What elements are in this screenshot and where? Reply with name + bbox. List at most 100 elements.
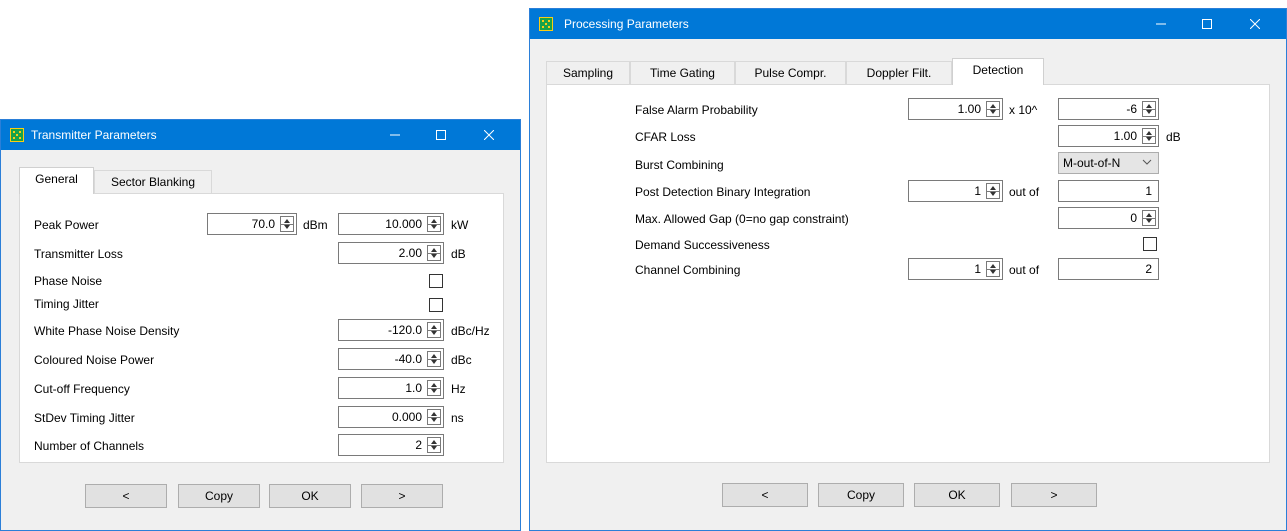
tab-pulse-compr[interactable]: Pulse Compr. [735,61,846,85]
ok-button[interactable]: OK [269,484,351,508]
number-of-channels-value: 2 [415,438,422,452]
next-button[interactable]: > [1011,483,1097,507]
false-alarm-times-label: x 10^ [1009,103,1038,117]
coloured-noise-power-value: -40.0 [394,352,422,366]
transmitter-titlebar[interactable]: Transmitter Parameters [1,120,520,150]
false-alarm-exponent-value: -6 [1126,102,1137,116]
burst-combining-value: M-out-of-N [1063,156,1121,170]
channel-combining-m-value: 1 [974,262,981,276]
coloured-noise-power-unit: dBc [451,353,472,367]
tab-detection[interactable]: Detection [952,58,1044,85]
cfar-loss-spinbox[interactable]: 1.00 [1058,125,1159,147]
spin-arrows-icon[interactable] [1142,210,1156,226]
close-button[interactable] [1232,9,1278,39]
spin-arrows-icon[interactable] [427,380,441,396]
spin-arrows-icon[interactable] [986,101,1000,117]
spin-arrows-icon[interactable] [280,216,294,232]
timing-jitter-label: Timing Jitter [34,297,99,311]
peak-power-kw-unit: kW [451,218,469,232]
transmitter-loss-unit: dB [451,247,466,261]
cfar-loss-label: CFAR Loss [635,130,696,144]
post-detection-m-value: 1 [974,184,981,198]
channel-combining-label: Channel Combining [635,263,741,277]
cutoff-frequency-spinbox[interactable]: 1.0 [338,377,444,399]
processing-titlebar[interactable]: Processing Parameters [530,9,1286,39]
close-icon [484,130,494,140]
max-allowed-gap-value: 0 [1130,211,1137,225]
transmitter-window: Transmitter Parameters General Sector Bl… [0,119,521,531]
app-icon [539,17,553,31]
transmitter-tabs: General Sector Blanking [19,167,419,194]
cutoff-frequency-value: 1.0 [405,381,422,395]
minimize-button[interactable] [1138,9,1184,39]
spin-arrows-icon[interactable] [986,261,1000,277]
tab-time-gating[interactable]: Time Gating [630,61,735,85]
number-of-channels-label: Number of Channels [34,439,145,453]
phase-noise-checkbox[interactable] [429,274,443,288]
timing-jitter-checkbox[interactable] [429,298,443,312]
minimize-button[interactable] [372,120,418,150]
transmitter-loss-value: 2.00 [398,246,422,260]
spin-arrows-icon[interactable] [427,216,441,232]
spin-arrows-icon[interactable] [427,351,441,367]
channel-combining-m-spinbox[interactable]: 1 [908,258,1003,280]
white-phase-noise-density-value: -120.0 [387,323,422,337]
window-title: Processing Parameters [564,17,689,31]
burst-combining-dropdown[interactable]: M-out-of-N [1058,152,1159,174]
processing-detection-panel: False Alarm Probability 1.00 x 10^ -6 CF… [546,84,1270,463]
number-of-channels-spinbox[interactable]: 2 [338,434,444,456]
false-alarm-mantissa-spinbox[interactable]: 1.00 [908,98,1003,120]
stdev-timing-jitter-spinbox[interactable]: 0.000 [338,406,444,428]
minimize-icon [390,134,400,136]
coloured-noise-power-label: Coloured Noise Power [34,353,155,367]
prev-button[interactable]: < [85,484,167,508]
processing-window: Processing Parameters Sampling Time Gati… [529,8,1287,531]
burst-combining-label: Burst Combining [635,158,724,172]
transmitter-general-panel: Peak Power 70.0 dBm 10.000 kW Transmitte… [19,193,504,463]
false-alarm-exponent-spinbox[interactable]: -6 [1058,98,1159,120]
max-allowed-gap-label: Max. Allowed Gap (0=no gap constraint) [635,212,849,226]
next-button[interactable]: > [361,484,443,508]
close-button[interactable] [466,120,512,150]
chevron-down-icon [1142,159,1152,165]
coloured-noise-power-spinbox[interactable]: -40.0 [338,348,444,370]
peak-power-kw-spinbox[interactable]: 10.000 [338,213,444,235]
max-allowed-gap-spinbox[interactable]: 0 [1058,207,1159,229]
spin-arrows-icon[interactable] [1142,128,1156,144]
cfar-loss-value: 1.00 [1113,129,1137,143]
demand-successiveness-checkbox[interactable] [1143,237,1157,251]
tab-sector-blanking[interactable]: Sector Blanking [94,170,212,194]
spin-arrows-icon[interactable] [427,245,441,261]
post-detection-n-field[interactable]: 1 [1058,180,1159,202]
post-detection-m-spinbox[interactable]: 1 [908,180,1003,202]
tab-general[interactable]: General [19,167,94,194]
spin-arrows-icon[interactable] [427,437,441,453]
spin-arrows-icon[interactable] [1142,101,1156,117]
spin-arrows-icon[interactable] [986,183,1000,199]
ok-button[interactable]: OK [914,483,1000,507]
tab-sampling[interactable]: Sampling [546,61,630,85]
channel-combining-n-field[interactable]: 2 [1058,258,1159,280]
close-icon [1250,19,1260,29]
transmitter-loss-spinbox[interactable]: 2.00 [338,242,444,264]
spin-arrows-icon[interactable] [427,409,441,425]
stdev-timing-jitter-unit: ns [451,411,464,425]
copy-button[interactable]: Copy [178,484,260,508]
peak-power-dbm-spinbox[interactable]: 70.0 [207,213,297,235]
maximize-button[interactable] [1184,9,1230,39]
processing-tabs: Sampling Time Gating Pulse Compr. Dopple… [546,58,1066,85]
spin-arrows-icon[interactable] [427,322,441,338]
prev-button[interactable]: < [722,483,808,507]
transmitter-loss-label: Transmitter Loss [34,247,123,261]
cutoff-frequency-label: Cut-off Frequency [34,382,130,396]
copy-button[interactable]: Copy [818,483,904,507]
white-phase-noise-density-spinbox[interactable]: -120.0 [338,319,444,341]
false-alarm-probability-label: False Alarm Probability [635,103,758,117]
white-phase-noise-density-label: White Phase Noise Density [34,324,180,338]
white-phase-noise-density-unit: dBc/Hz [451,324,490,338]
maximize-button[interactable] [418,120,464,150]
cutoff-frequency-unit: Hz [451,382,466,396]
app-icon [10,128,24,142]
tab-doppler-filt[interactable]: Doppler Filt. [846,61,952,85]
cfar-loss-unit: dB [1166,130,1181,144]
